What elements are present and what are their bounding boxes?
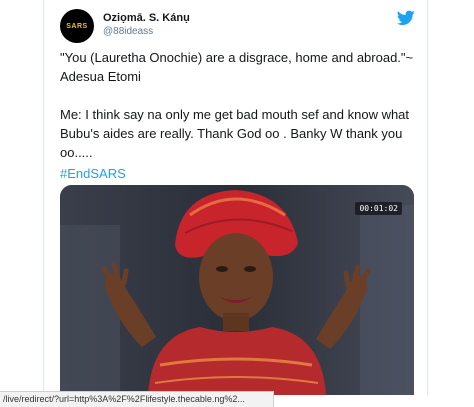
author-info[interactable]: Oziọmā. S. Kánụ @88ideass [103, 11, 190, 38]
tweet-card[interactable]: SARS Oziọmā. S. Kánụ @88ideass "You (Lau… [43, 0, 428, 395]
author-name[interactable]: Oziọmā. S. Kánụ [103, 11, 190, 25]
media-timer: 00:01:02 [355, 202, 402, 215]
hashtag-link[interactable]: #EndSARS [60, 164, 126, 183]
avatar[interactable]: SARS [60, 9, 94, 43]
tweet-media-image[interactable]: 00:01:02 [60, 185, 414, 395]
avatar-text: SARS [66, 22, 88, 30]
media-photo [60, 185, 414, 395]
twitter-bird-icon[interactable] [397, 10, 415, 26]
status-url: /live/redirect/?url=http%3A%2F%2Flifesty… [3, 394, 245, 404]
tweet-text: "You (Lauretha Onochie) are a disgrace, … [60, 50, 414, 160]
author-handle[interactable]: @88ideass [103, 25, 190, 38]
browser-status-bar: /live/redirect/?url=http%3A%2F%2Flifesty… [0, 391, 274, 407]
